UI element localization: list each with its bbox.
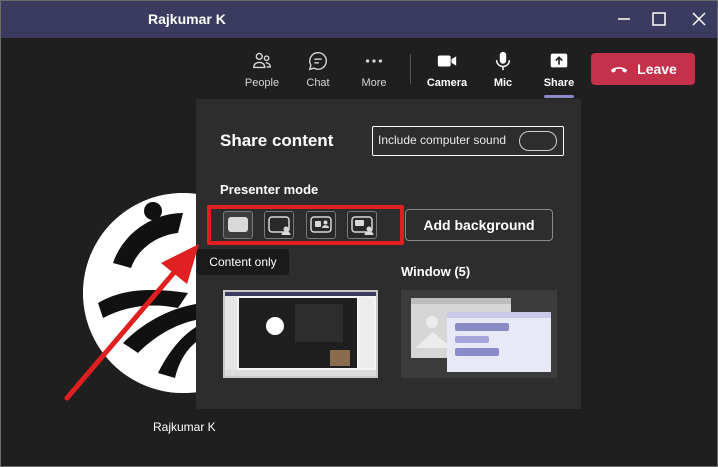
tooltip-text: Content only: [209, 255, 277, 269]
people-button[interactable]: People: [237, 50, 287, 98]
phone-hangup-icon: [610, 67, 628, 73]
camera-icon: [437, 55, 457, 67]
more-button[interactable]: More: [349, 50, 399, 98]
toolbar-divider: [410, 54, 411, 84]
chat-button[interactable]: Chat: [293, 50, 343, 98]
leave-label: Leave: [637, 61, 677, 77]
participant-name: Rajkumar K: [153, 420, 216, 434]
add-background-button[interactable]: Add background: [405, 209, 553, 241]
presenter-mode-tooltip: Content only: [197, 249, 289, 275]
more-label: More: [361, 77, 387, 89]
mic-icon: [495, 51, 511, 71]
window-section-label: Window (5): [401, 264, 471, 279]
title-bar: Rajkumar K: [1, 1, 717, 38]
add-background-label: Add background: [423, 217, 535, 233]
share-active-indicator: [544, 95, 574, 98]
presenter-mode-highlight: [207, 205, 404, 245]
maximize-icon[interactable]: [649, 9, 669, 29]
leave-button[interactable]: Leave: [591, 53, 695, 85]
more-icon: [365, 59, 383, 63]
screen-preview-image: [225, 292, 376, 376]
presenter-mode-label: Presenter mode: [220, 182, 319, 197]
include-sound-label: Include computer sound: [378, 133, 507, 147]
close-icon[interactable]: [689, 9, 709, 29]
share-button[interactable]: Share: [534, 50, 584, 98]
chat-label: Chat: [306, 77, 330, 89]
include-sound-toggle[interactable]: [519, 131, 557, 151]
include-sound-control[interactable]: Include computer sound: [372, 126, 564, 156]
chat-icon: [308, 52, 327, 71]
mic-label: Mic: [493, 77, 513, 89]
share-icon: [550, 53, 568, 68]
window-preview-image: [401, 290, 557, 378]
window-share-thumbnail[interactable]: [401, 290, 557, 378]
window-title: Rajkumar K: [148, 11, 226, 27]
minimize-icon[interactable]: [614, 9, 634, 29]
panel-title: Share content: [220, 131, 334, 150]
camera-button[interactable]: Camera: [422, 50, 472, 98]
camera-label: Camera: [426, 77, 468, 89]
people-label: People: [244, 77, 280, 89]
people-icon: [253, 52, 271, 69]
mic-button[interactable]: Mic: [478, 50, 528, 98]
screen-share-thumbnail[interactable]: [223, 290, 378, 378]
share-label: Share: [543, 77, 575, 89]
